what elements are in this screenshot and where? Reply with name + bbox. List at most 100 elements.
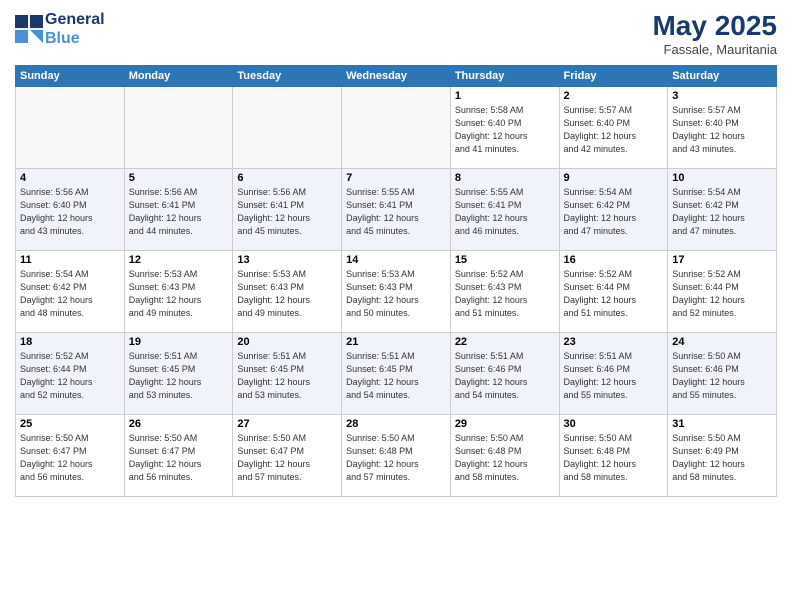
day-info: Sunrise: 5:51 AMSunset: 6:45 PMDaylight:… [346,350,446,402]
day-info: Sunrise: 5:56 AMSunset: 6:41 PMDaylight:… [237,186,337,238]
day-number: 28 [346,418,446,430]
day-number: 7 [346,172,446,184]
day-info: Sunrise: 5:54 AMSunset: 6:42 PMDaylight:… [20,268,120,320]
day-number: 1 [455,90,555,102]
day-info: Sunrise: 5:50 AMSunset: 6:47 PMDaylight:… [20,432,120,484]
col-sunday: Sunday [16,66,125,87]
calendar-week-row: 18Sunrise: 5:52 AMSunset: 6:44 PMDayligh… [16,333,777,415]
day-number: 15 [455,254,555,266]
location: Fassale, Mauritania [652,42,777,57]
calendar-week-row: 25 Sunrise: 5:50 AMSunset: 6:47 PMDayligh… [16,415,777,497]
calendar-header-row: Sunday Monday Tuesday Wednesday Thursday… [16,66,777,87]
day-info: Sunrise: 5:50 AMSunset: 6:47 PMDaylight:… [129,432,229,484]
day-info: Sunrise: 5:55 AMSunset: 6:41 PMDaylight:… [455,186,555,238]
table-row: 5Sunrise: 5:56 AMSunset: 6:41 PMDaylight… [124,169,233,251]
day-info: Sunrise: 5:50 AMSunset: 6:48 PMDaylight:… [346,432,446,484]
day-info: Sunrise: 5:50 AMSunset: 6:46 PMDaylight:… [672,350,772,402]
table-row: 6 Sunrise: 5:56 AMSunset: 6:41 PMDaylight… [233,169,342,251]
logo-icon [15,15,43,43]
day-number: 18 [20,336,120,348]
day-number: 2 [564,90,664,102]
day-info: Sunrise: 5:51 AMSunset: 6:45 PMDaylight:… [129,350,229,402]
day-number: 24 [672,336,772,348]
day-info: Sunrise: 5:55 AMSunset: 6:41 PMDaylight:… [346,186,446,238]
table-row: 25 Sunrise: 5:50 AMSunset: 6:47 PMDayligh… [16,415,125,497]
day-number: 10 [672,172,772,184]
col-thursday: Thursday [450,66,559,87]
day-info: Sunrise: 5:51 AMSunset: 6:46 PMDaylight:… [455,350,555,402]
day-number: 25 [20,418,120,430]
calendar: Sunday Monday Tuesday Wednesday Thursday… [15,65,777,497]
day-info: Sunrise: 5:51 AMSunset: 6:45 PMDaylight:… [237,350,337,402]
table-row [124,87,233,169]
day-number: 13 [237,254,337,266]
table-row: 20 Sunrise: 5:51 AMSunset: 6:45 PMDayligh… [233,333,342,415]
day-info: Sunrise: 5:52 AMSunset: 6:44 PMDaylight:… [564,268,664,320]
day-number: 29 [455,418,555,430]
table-row: 15 Sunrise: 5:52 AMSunset: 6:43 PMDayligh… [450,251,559,333]
day-number: 17 [672,254,772,266]
table-row [342,87,451,169]
day-number: 16 [564,254,664,266]
header: General Blue May 2025 Fassale, Mauritani… [15,10,777,57]
table-row: 26 Sunrise: 5:50 AMSunset: 6:47 PMDayligh… [124,415,233,497]
col-tuesday: Tuesday [233,66,342,87]
day-number: 19 [129,336,229,348]
day-number: 11 [20,254,120,266]
day-info: Sunrise: 5:50 AMSunset: 6:47 PMDaylight:… [237,432,337,484]
day-info: Sunrise: 5:52 AMSunset: 6:43 PMDaylight:… [455,268,555,320]
table-row [233,87,342,169]
calendar-week-row: 11 Sunrise: 5:54 AMSunset: 6:42 PMDayligh… [16,251,777,333]
col-saturday: Saturday [668,66,777,87]
day-info: Sunrise: 5:50 AMSunset: 6:49 PMDaylight:… [672,432,772,484]
table-row: 4Sunrise: 5:56 AMSunset: 6:40 PMDaylight… [16,169,125,251]
day-info: Sunrise: 5:52 AMSunset: 6:44 PMDaylight:… [672,268,772,320]
day-info: Sunrise: 5:54 AMSunset: 6:42 PMDaylight:… [564,186,664,238]
table-row: 23 Sunrise: 5:51 AMSunset: 6:46 PMDayligh… [559,333,668,415]
table-row: 7 Sunrise: 5:55 AMSunset: 6:41 PMDaylight… [342,169,451,251]
day-number: 4 [20,172,120,184]
col-wednesday: Wednesday [342,66,451,87]
table-row: 12Sunrise: 5:53 AMSunset: 6:43 PMDayligh… [124,251,233,333]
month-title: May 2025 [652,10,777,42]
table-row: 30Sunrise: 5:50 AMSunset: 6:48 PMDayligh… [559,415,668,497]
table-row: 18Sunrise: 5:52 AMSunset: 6:44 PMDayligh… [16,333,125,415]
table-row: 3 Sunrise: 5:57 AMSunset: 6:40 PMDaylight… [668,87,777,169]
table-row: 2 Sunrise: 5:57 AMSunset: 6:40 PMDaylight… [559,87,668,169]
day-number: 20 [237,336,337,348]
table-row: 16 Sunrise: 5:52 AMSunset: 6:44 PMDayligh… [559,251,668,333]
calendar-week-row: 1 Sunrise: 5:58 AMSunset: 6:40 PMDaylight… [16,87,777,169]
day-info: Sunrise: 5:58 AMSunset: 6:40 PMDaylight:… [455,104,555,156]
table-row: 27Sunrise: 5:50 AMSunset: 6:47 PMDayligh… [233,415,342,497]
table-row: 9 Sunrise: 5:54 AMSunset: 6:42 PMDaylight… [559,169,668,251]
table-row: 17 Sunrise: 5:52 AMSunset: 6:44 PMDayligh… [668,251,777,333]
day-number: 9 [564,172,664,184]
day-info: Sunrise: 5:50 AMSunset: 6:48 PMDaylight:… [455,432,555,484]
day-number: 23 [564,336,664,348]
table-row: 31Sunrise: 5:50 AMSunset: 6:49 PMDayligh… [668,415,777,497]
day-number: 6 [237,172,337,184]
table-row: 22Sunrise: 5:51 AMSunset: 6:46 PMDayligh… [450,333,559,415]
table-row: 19 Sunrise: 5:51 AMSunset: 6:45 PMDayligh… [124,333,233,415]
title-area: May 2025 Fassale, Mauritania [652,10,777,57]
day-number: 26 [129,418,229,430]
day-info: Sunrise: 5:54 AMSunset: 6:42 PMDaylight:… [672,186,772,238]
day-number: 5 [129,172,229,184]
day-number: 12 [129,254,229,266]
logo-line2: Blue [45,30,80,47]
logo: General Blue [15,10,105,48]
table-row: 29 Sunrise: 5:50 AMSunset: 6:48 PMDayligh… [450,415,559,497]
day-info: Sunrise: 5:51 AMSunset: 6:46 PMDaylight:… [564,350,664,402]
table-row: 10 Sunrise: 5:54 AMSunset: 6:42 PMDayligh… [668,169,777,251]
table-row: 11 Sunrise: 5:54 AMSunset: 6:42 PMDayligh… [16,251,125,333]
table-row: 21 Sunrise: 5:51 AMSunset: 6:45 PMDayligh… [342,333,451,415]
day-number: 3 [672,90,772,102]
day-info: Sunrise: 5:57 AMSunset: 6:40 PMDaylight:… [672,104,772,156]
day-info: Sunrise: 5:50 AMSunset: 6:48 PMDaylight:… [564,432,664,484]
table-row: 14Sunrise: 5:53 AMSunset: 6:43 PMDayligh… [342,251,451,333]
day-info: Sunrise: 5:57 AMSunset: 6:40 PMDaylight:… [564,104,664,156]
day-number: 8 [455,172,555,184]
col-monday: Monday [124,66,233,87]
day-number: 21 [346,336,446,348]
logo-line1: General [45,10,105,29]
